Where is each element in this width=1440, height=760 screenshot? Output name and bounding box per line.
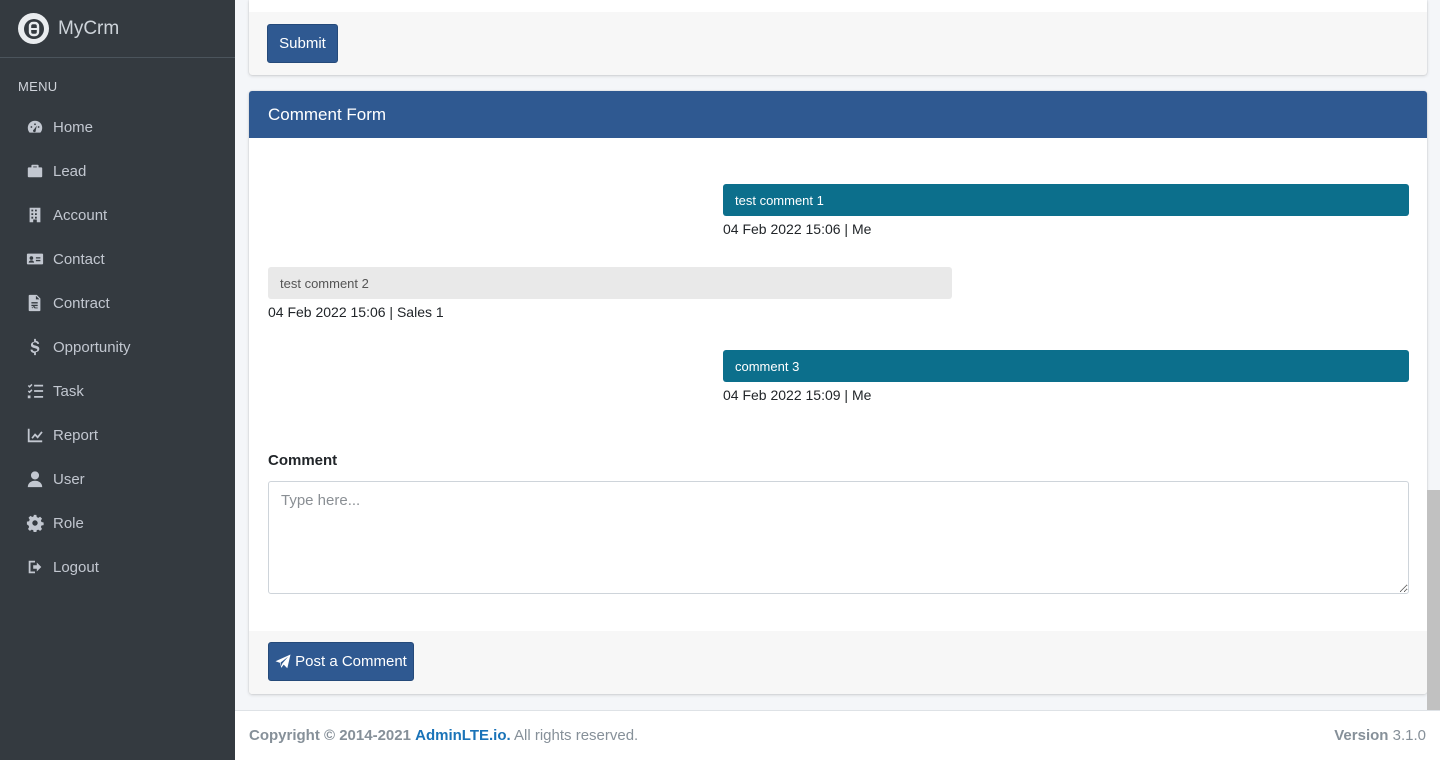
- comment-bubble: comment 3: [723, 350, 1409, 382]
- comment-meta: 04 Feb 2022 15:09 | Me: [723, 387, 872, 403]
- sidebar-item-contact[interactable]: Contact: [0, 237, 235, 281]
- sidebar-item-role[interactable]: Role: [0, 501, 235, 545]
- logout-icon: [25, 558, 44, 577]
- sidebar-item-opportunity[interactable]: Opportunity: [0, 325, 235, 369]
- sidebar-item-label: Report: [53, 426, 99, 444]
- user-icon: [25, 470, 44, 489]
- sidebar-item-label: Account: [53, 206, 108, 224]
- comment-form-card: Comment Form test comment 1 04 Feb 2022 …: [249, 91, 1427, 694]
- adminlte-link[interactable]: AdminLTE.io.: [415, 727, 511, 744]
- sidebar-item-label: Lead: [53, 162, 87, 180]
- sidebar-nav: Home Lead Account Contact Contract Oppor…: [0, 105, 235, 589]
- comment-message-left: test comment 2 04 Feb 2022 15:06 | Sales…: [268, 267, 952, 320]
- page-footer: Copyright © 2014-2021 AdminLTE.io. All r…: [235, 710, 1440, 760]
- rights-text: All rights reserved.: [514, 727, 639, 744]
- version-label: Version: [1334, 727, 1389, 744]
- sidebar-item-report[interactable]: Report: [0, 413, 235, 457]
- sidebar-item-label: Contact: [53, 250, 105, 268]
- sidebar-item-label: User: [53, 470, 85, 488]
- paper-plane-icon: [275, 654, 291, 668]
- building-icon: [25, 206, 44, 225]
- sidebar-item-lead[interactable]: Lead: [0, 149, 235, 193]
- sidebar-item-home[interactable]: Home: [0, 105, 235, 149]
- tasks-icon: [25, 382, 44, 401]
- top-card-body: [249, 0, 1427, 12]
- sidebar-item-logout[interactable]: Logout: [0, 545, 235, 589]
- scrollbar[interactable]: [1427, 490, 1440, 710]
- top-card: Submit: [249, 0, 1427, 75]
- sidebar-item-label: Role: [53, 514, 84, 532]
- file-contract-icon: [25, 294, 44, 313]
- address-card-icon: [25, 250, 44, 269]
- version-value: 3.1.0: [1392, 727, 1426, 744]
- post-comment-button[interactable]: Post a Comment: [268, 642, 414, 681]
- comment-form-title: Comment Form: [249, 91, 1427, 138]
- sidebar-item-label: Contract: [53, 294, 110, 312]
- menu-header: MENU: [18, 79, 58, 94]
- brand-link[interactable]: MyCrm: [0, 0, 235, 58]
- sidebar-item-task[interactable]: Task: [0, 369, 235, 413]
- sidebar-item-label: Opportunity: [53, 338, 131, 356]
- post-comment-label: Post a Comment: [295, 653, 407, 670]
- sidebar: MyCrm MENU Home Lead Account Contact Con…: [0, 0, 235, 760]
- version-info: Version 3.1.0: [1334, 727, 1426, 744]
- main-content: Submit Comment Form test comment 1 04 Fe…: [235, 0, 1440, 760]
- crm-logo-icon: [18, 13, 49, 44]
- dollar-icon: [25, 338, 44, 357]
- comment-label: Comment: [268, 452, 338, 469]
- sidebar-item-label: Task: [53, 382, 84, 400]
- comment-textarea[interactable]: [268, 481, 1409, 594]
- comment-meta: 04 Feb 2022 15:06 | Me: [723, 221, 872, 237]
- sidebar-item-account[interactable]: Account: [0, 193, 235, 237]
- comment-message-right: test comment 1 04 Feb 2022 15:06 | Me: [723, 184, 1409, 237]
- comment-meta: 04 Feb 2022 15:06 | Sales 1: [268, 304, 444, 320]
- gear-icon: [25, 514, 44, 533]
- comment-bubble: test comment 1: [723, 184, 1409, 216]
- copyright-prefix: Copyright © 2014-2021: [249, 727, 411, 744]
- brand-name: MyCrm: [58, 17, 120, 39]
- comment-bubble: test comment 2: [268, 267, 952, 299]
- copyright: Copyright © 2014-2021 AdminLTE.io. All r…: [249, 727, 638, 744]
- comment-card-footer: Post a Comment: [249, 631, 1427, 694]
- chart-line-icon: [25, 426, 44, 445]
- sidebar-item-user[interactable]: User: [0, 457, 235, 501]
- submit-button[interactable]: Submit: [267, 24, 338, 63]
- sidebar-item-label: Logout: [53, 558, 99, 576]
- comment-message-right: comment 3 04 Feb 2022 15:09 | Me: [723, 350, 1409, 403]
- dashboard-icon: [25, 118, 44, 137]
- sidebar-item-contract[interactable]: Contract: [0, 281, 235, 325]
- sidebar-item-label: Home: [53, 118, 94, 136]
- briefcase-icon: [25, 162, 44, 181]
